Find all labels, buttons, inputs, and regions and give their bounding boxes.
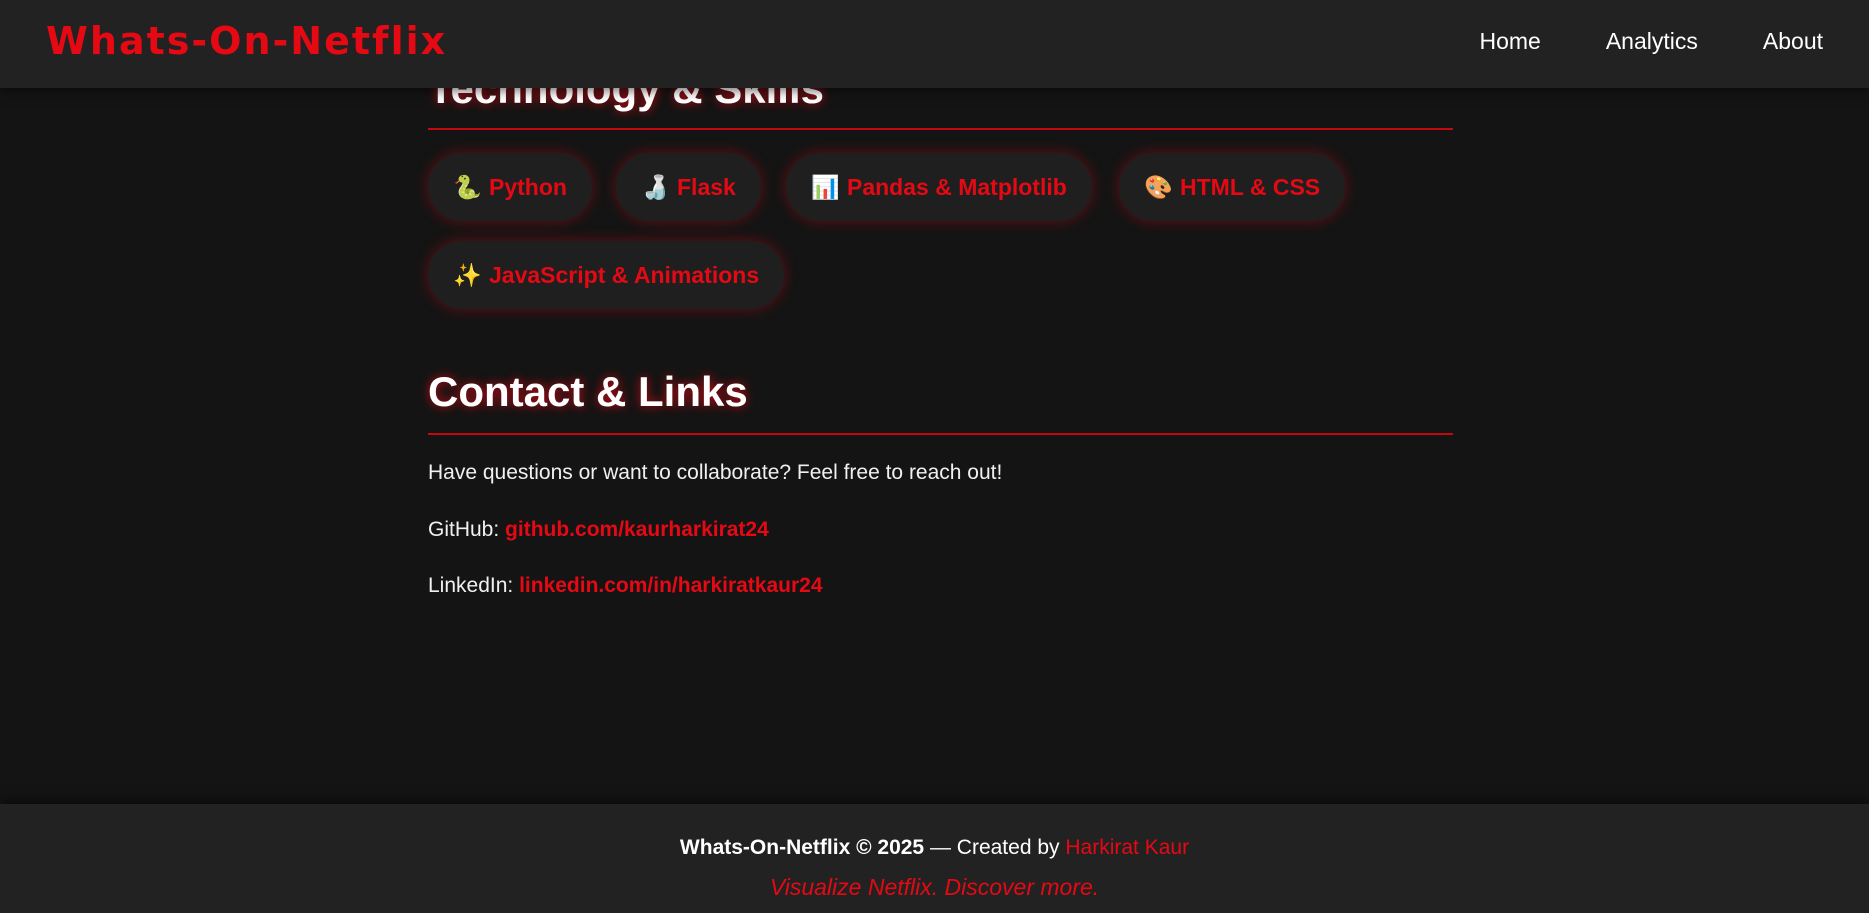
skill-label: Python xyxy=(489,173,567,200)
skill-chip-javascript: ✨ JavaScript & Animations xyxy=(428,241,785,309)
footer-tagline: Visualize Netflix. Discover more. xyxy=(769,874,1100,900)
footer-author-link[interactable]: Harkirat Kaur xyxy=(1065,836,1189,859)
skill-chip-html-css: 🎨 HTML & CSS xyxy=(1119,153,1346,221)
nav-links: Home Analytics About xyxy=(1479,26,1823,56)
python-icon: 🐍 xyxy=(453,173,482,200)
skill-label: HTML & CSS xyxy=(1180,173,1321,200)
palette-icon: 🎨 xyxy=(1144,173,1173,200)
skill-label: Flask xyxy=(677,173,736,200)
sparkles-icon: ✨ xyxy=(453,261,482,288)
section-divider xyxy=(428,433,1453,435)
contact-section-title: Contact & Links xyxy=(428,368,748,415)
linkedin-label: LinkedIn: xyxy=(428,574,514,597)
top-navbar: Whats-On-Netflix Home Analytics About xyxy=(0,0,1869,88)
skill-chip-python: 🐍 Python xyxy=(428,153,592,221)
site-logo[interactable]: Whats-On-Netflix xyxy=(46,18,447,64)
nav-link-analytics[interactable]: Analytics xyxy=(1606,26,1698,56)
skill-chip-pandas: 📊 Pandas & Matplotlib xyxy=(786,153,1092,221)
linkedin-link[interactable]: linkedin.com/in/harkiratkaur24 xyxy=(519,574,822,597)
github-row: GitHub: github.com/kaurharkirat24 xyxy=(428,516,769,544)
nav-link-home[interactable]: Home xyxy=(1479,26,1540,56)
nav-link-about[interactable]: About xyxy=(1763,26,1823,56)
footer-brand: Whats-On-Netflix © 2025 xyxy=(679,836,925,859)
skill-chip-flask: 🍶 Flask xyxy=(616,153,761,221)
footer-credits: Whats-On-Netflix © 2025 — Created by Har… xyxy=(0,834,1869,862)
bar-chart-icon: 📊 xyxy=(811,173,840,200)
skill-label: Pandas & Matplotlib xyxy=(847,173,1067,200)
page-footer: Whats-On-Netflix © 2025 — Created by Har… xyxy=(0,804,1869,913)
github-link[interactable]: github.com/kaurharkirat24 xyxy=(505,518,769,541)
contact-intro: Have questions or want to collaborate? F… xyxy=(428,461,1003,484)
linkedin-row: LinkedIn: linkedin.com/in/harkiratkaur24 xyxy=(428,572,823,600)
github-label: GitHub: xyxy=(428,518,500,541)
section-divider xyxy=(428,128,1453,130)
footer-created-by: — Created by xyxy=(929,836,1060,859)
skill-label: JavaScript & Animations xyxy=(489,261,760,288)
flask-icon: 🍶 xyxy=(641,173,670,200)
